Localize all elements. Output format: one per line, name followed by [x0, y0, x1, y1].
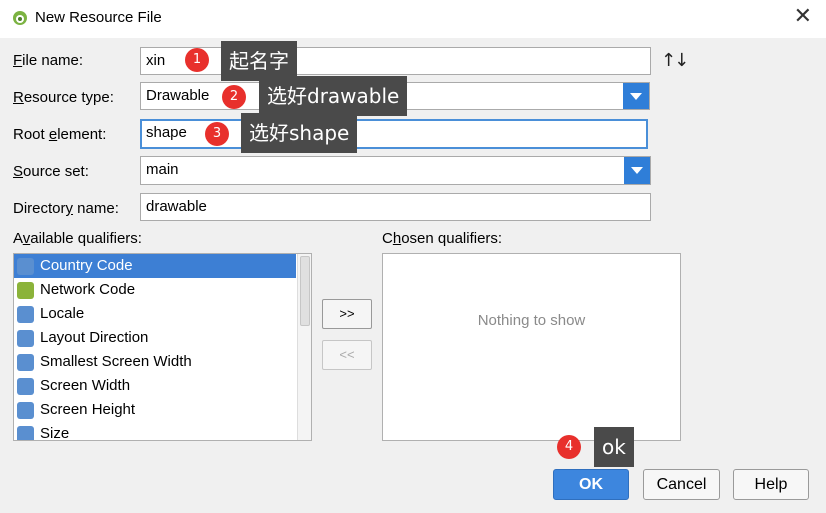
list-item-label: Network Code [40, 281, 136, 298]
root-element-label: Root element: [13, 126, 107, 143]
annotation-label-1: 起名字 [221, 41, 297, 81]
source-set-label: Source set: [13, 163, 89, 180]
list-item-label: Size [40, 425, 70, 441]
close-icon[interactable]: ✕ [794, 6, 812, 28]
annotation-label-2: 选好drawable [259, 76, 408, 116]
list-item[interactable]: Layout Direction [14, 326, 311, 350]
cancel-button[interactable]: Cancel [643, 469, 720, 500]
annotation-label-3: 选好shape [241, 113, 358, 153]
screen-height-icon [17, 402, 34, 419]
list-item[interactable]: Screen Width [14, 374, 311, 398]
annotation-badge-3: 3 [205, 122, 229, 146]
available-qualifiers-label: Available qualifiers: [13, 230, 142, 247]
layout-direction-icon [17, 330, 34, 347]
list-item[interactable]: Screen Height [14, 398, 311, 422]
android-icon [17, 282, 34, 299]
size-icon [17, 426, 34, 440]
ok-button[interactable]: OK [553, 469, 629, 500]
scrollbar[interactable] [297, 254, 311, 440]
directory-name-input[interactable]: drawable [140, 193, 651, 221]
resource-type-label: Resource type: [13, 89, 114, 106]
list-item[interactable]: Smallest Screen Width [14, 350, 311, 374]
globe-icon [17, 258, 34, 275]
list-item-label: Smallest Screen Width [40, 353, 192, 370]
scroll-thumb[interactable] [300, 256, 310, 326]
list-item-label: Screen Width [40, 377, 131, 394]
title-bar: New Resource File ✕ [0, 0, 826, 38]
annotation-badge-1: 1 [185, 48, 209, 72]
file-name-input[interactable]: xin [140, 47, 651, 75]
annotation-label-4: ok [594, 427, 634, 467]
annotation-badge-4: 4 [557, 435, 581, 459]
list-item-label: Locale [40, 305, 85, 322]
add-qualifier-button[interactable]: >> [322, 299, 372, 329]
android-studio-icon [13, 11, 27, 25]
empty-state-text: Nothing to show [477, 312, 586, 329]
sort-icon[interactable]: ↑↓ [661, 50, 689, 71]
list-item[interactable]: Country Code [14, 254, 296, 278]
list-item[interactable]: Locale [14, 302, 311, 326]
available-qualifiers-list[interactable]: Country Code Network Code Locale Layout Dir… [13, 253, 312, 441]
window-title: New Resource File [35, 9, 162, 26]
screen-width-icon [17, 378, 34, 395]
annotation-badge-2: 2 [222, 85, 246, 109]
file-name-label: File name: [13, 52, 84, 69]
globe-icon [17, 306, 34, 323]
list-item[interactable]: Network Code [14, 278, 311, 302]
help-button[interactable]: Help [733, 469, 809, 500]
screen-width-icon [17, 354, 34, 371]
list-item-label: Layout Direction [40, 329, 149, 346]
chevron-down-icon[interactable] [623, 83, 649, 109]
chosen-qualifiers-label: Chosen qualifiers: [382, 230, 503, 247]
directory-name-label: Directory name: [13, 200, 119, 217]
chosen-qualifiers-list[interactable]: Nothing to show [382, 253, 681, 441]
list-item-label: Screen Height [40, 401, 136, 418]
source-set-select[interactable]: main [140, 156, 651, 185]
list-item-label: Country Code [40, 257, 133, 274]
chevron-down-icon[interactable] [624, 157, 650, 184]
list-item[interactable]: Size [14, 422, 311, 441]
remove-qualifier-button[interactable]: << [322, 340, 372, 370]
